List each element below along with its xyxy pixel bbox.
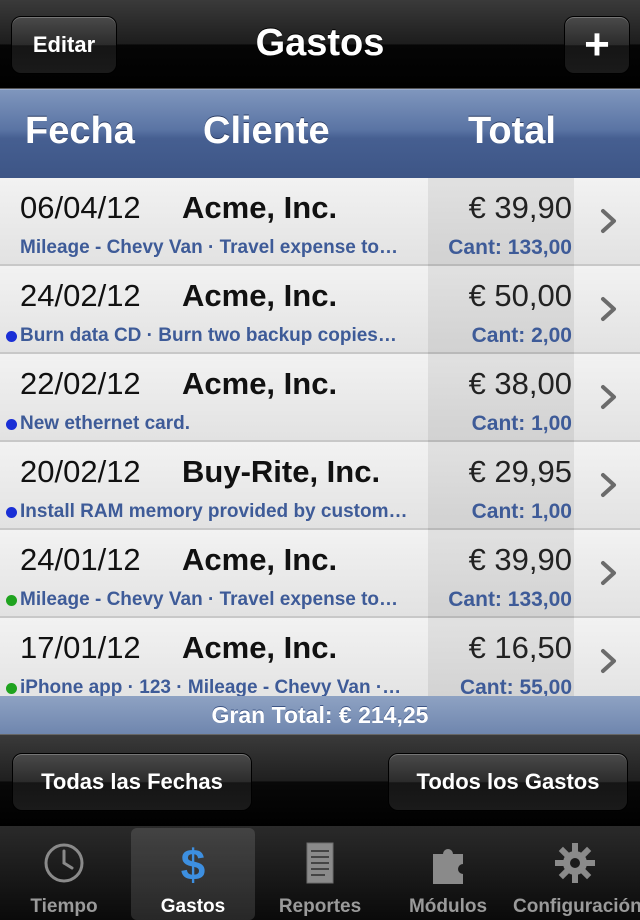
expense-date: 24/01/12 <box>20 542 141 577</box>
expense-description: Burn data CD · Burn two backup copies… <box>20 325 397 346</box>
expense-amount: € 38,00 <box>468 366 572 401</box>
tab-modulos[interactable]: Módulos <box>386 828 510 920</box>
expense-description: iPhone app · 123 · Mileage - Chevy Van ·… <box>20 677 402 696</box>
tab-reportes-label: Reportes <box>278 896 362 917</box>
chevron-right-icon[interactable] <box>598 206 620 236</box>
clock-icon <box>44 843 84 883</box>
chevron-right-icon[interactable] <box>598 558 620 588</box>
expense-amount: € 29,95 <box>468 454 572 489</box>
expense-row[interactable]: 17/01/12 Acme, Inc. € 16,50 iPhone app · 12… <box>0 618 640 696</box>
expense-amount: € 39,90 <box>468 542 572 577</box>
expense-quantity: Cant: 1,00 <box>471 500 572 523</box>
svg-text:$: $ <box>181 841 205 888</box>
status-dot <box>6 595 17 606</box>
dollar-icon: $ <box>181 841 205 888</box>
expense-quantity: Cant: 133,00 <box>448 236 572 259</box>
filter-toolbar: Todas las Fechas Todos los Gastos <box>0 734 640 827</box>
expense-row[interactable]: 06/04/12 Acme, Inc. € 39,90 Mileage - Chevy… <box>0 178 640 266</box>
expense-quantity: Cant: 2,00 <box>471 324 572 347</box>
expense-amount: € 39,90 <box>468 190 572 225</box>
column-date-header[interactable]: Fecha <box>25 110 135 153</box>
expense-row[interactable]: 20/02/12 Buy-Rite, Inc. € 29,95 Install RAM… <box>0 442 640 530</box>
expense-client: Acme, Inc. <box>182 542 338 577</box>
tab-modulos-label: Módulos <box>408 896 488 917</box>
status-dot <box>6 331 17 342</box>
expense-list[interactable]: 06/04/12 Acme, Inc. € 39,90 Mileage - Chevy… <box>0 178 640 696</box>
expense-description: Mileage - Chevy Van · Travel expense to… <box>20 237 399 258</box>
tab-tiempo[interactable]: Tiempo <box>2 828 126 920</box>
tab-tiempo-label: Tiempo <box>30 896 98 917</box>
expense-description: Mileage - Chevy Van · Travel expense to… <box>20 589 399 610</box>
status-dot <box>6 683 17 694</box>
expense-quantity: Cant: 133,00 <box>448 588 572 611</box>
tab-bar: Tiempo $ Gastos Reportes Módulos Configu… <box>0 826 640 920</box>
expense-client: Acme, Inc. <box>182 366 338 401</box>
expense-row[interactable]: 24/02/12 Acme, Inc. € 50,00 Burn data CD · … <box>0 266 640 354</box>
expense-client: Buy-Rite, Inc. <box>182 454 381 489</box>
all-expenses-button[interactable]: Todos los Gastos <box>388 753 628 811</box>
tab-reportes[interactable]: Reportes <box>258 828 382 920</box>
expense-amount: € 50,00 <box>468 278 572 313</box>
expense-description: Install RAM memory provided by custom… <box>20 501 408 522</box>
column-total-header[interactable]: Total <box>468 110 556 153</box>
chevron-right-icon[interactable] <box>598 470 620 500</box>
expense-row[interactable]: 22/02/12 Acme, Inc. € 38,00 New ethernet ca… <box>0 354 640 442</box>
expense-date: 17/01/12 <box>20 630 141 665</box>
column-client-header[interactable]: Cliente <box>203 110 330 153</box>
grand-total: Gran Total: € 214,25 <box>0 696 640 734</box>
chevron-right-icon[interactable] <box>598 646 620 676</box>
edit-button[interactable]: Editar <box>11 16 117 74</box>
all-dates-button[interactable]: Todas las Fechas <box>12 753 252 811</box>
puzzle-icon <box>433 849 463 884</box>
status-dot <box>6 507 17 518</box>
expense-date: 20/02/12 <box>20 454 141 489</box>
tab-configuracion[interactable]: Configuración <box>513 828 640 920</box>
tab-gastos-label: Gastos <box>160 896 226 917</box>
expense-date: 22/02/12 <box>20 366 141 401</box>
expense-row[interactable]: 24/01/12 Acme, Inc. € 39,90 Mileage - Chevy… <box>0 530 640 618</box>
expense-quantity: Cant: 1,00 <box>471 412 572 435</box>
expense-quantity: Cant: 55,00 <box>459 676 572 696</box>
chevron-right-icon[interactable] <box>598 382 620 412</box>
expense-client: Acme, Inc. <box>182 278 338 313</box>
chevron-right-icon[interactable] <box>598 294 620 324</box>
navigation-bar: Gastos Editar + <box>0 0 640 89</box>
gear-icon <box>555 843 595 883</box>
expense-amount: € 16,50 <box>468 630 572 665</box>
expense-client: Acme, Inc. <box>182 630 338 665</box>
tab-gastos[interactable]: $ Gastos <box>131 828 255 920</box>
document-icon <box>306 842 334 884</box>
expense-client: Acme, Inc. <box>182 190 338 225</box>
tab-configuracion-label: Configuración <box>513 896 640 917</box>
expense-date: 24/02/12 <box>20 278 141 313</box>
expense-description: New ethernet card. <box>20 413 190 434</box>
add-expense-button[interactable]: + <box>564 16 630 74</box>
column-header: Fecha Cliente Total <box>0 89 640 178</box>
expense-date: 06/04/12 <box>20 190 141 225</box>
status-dot <box>6 419 17 430</box>
